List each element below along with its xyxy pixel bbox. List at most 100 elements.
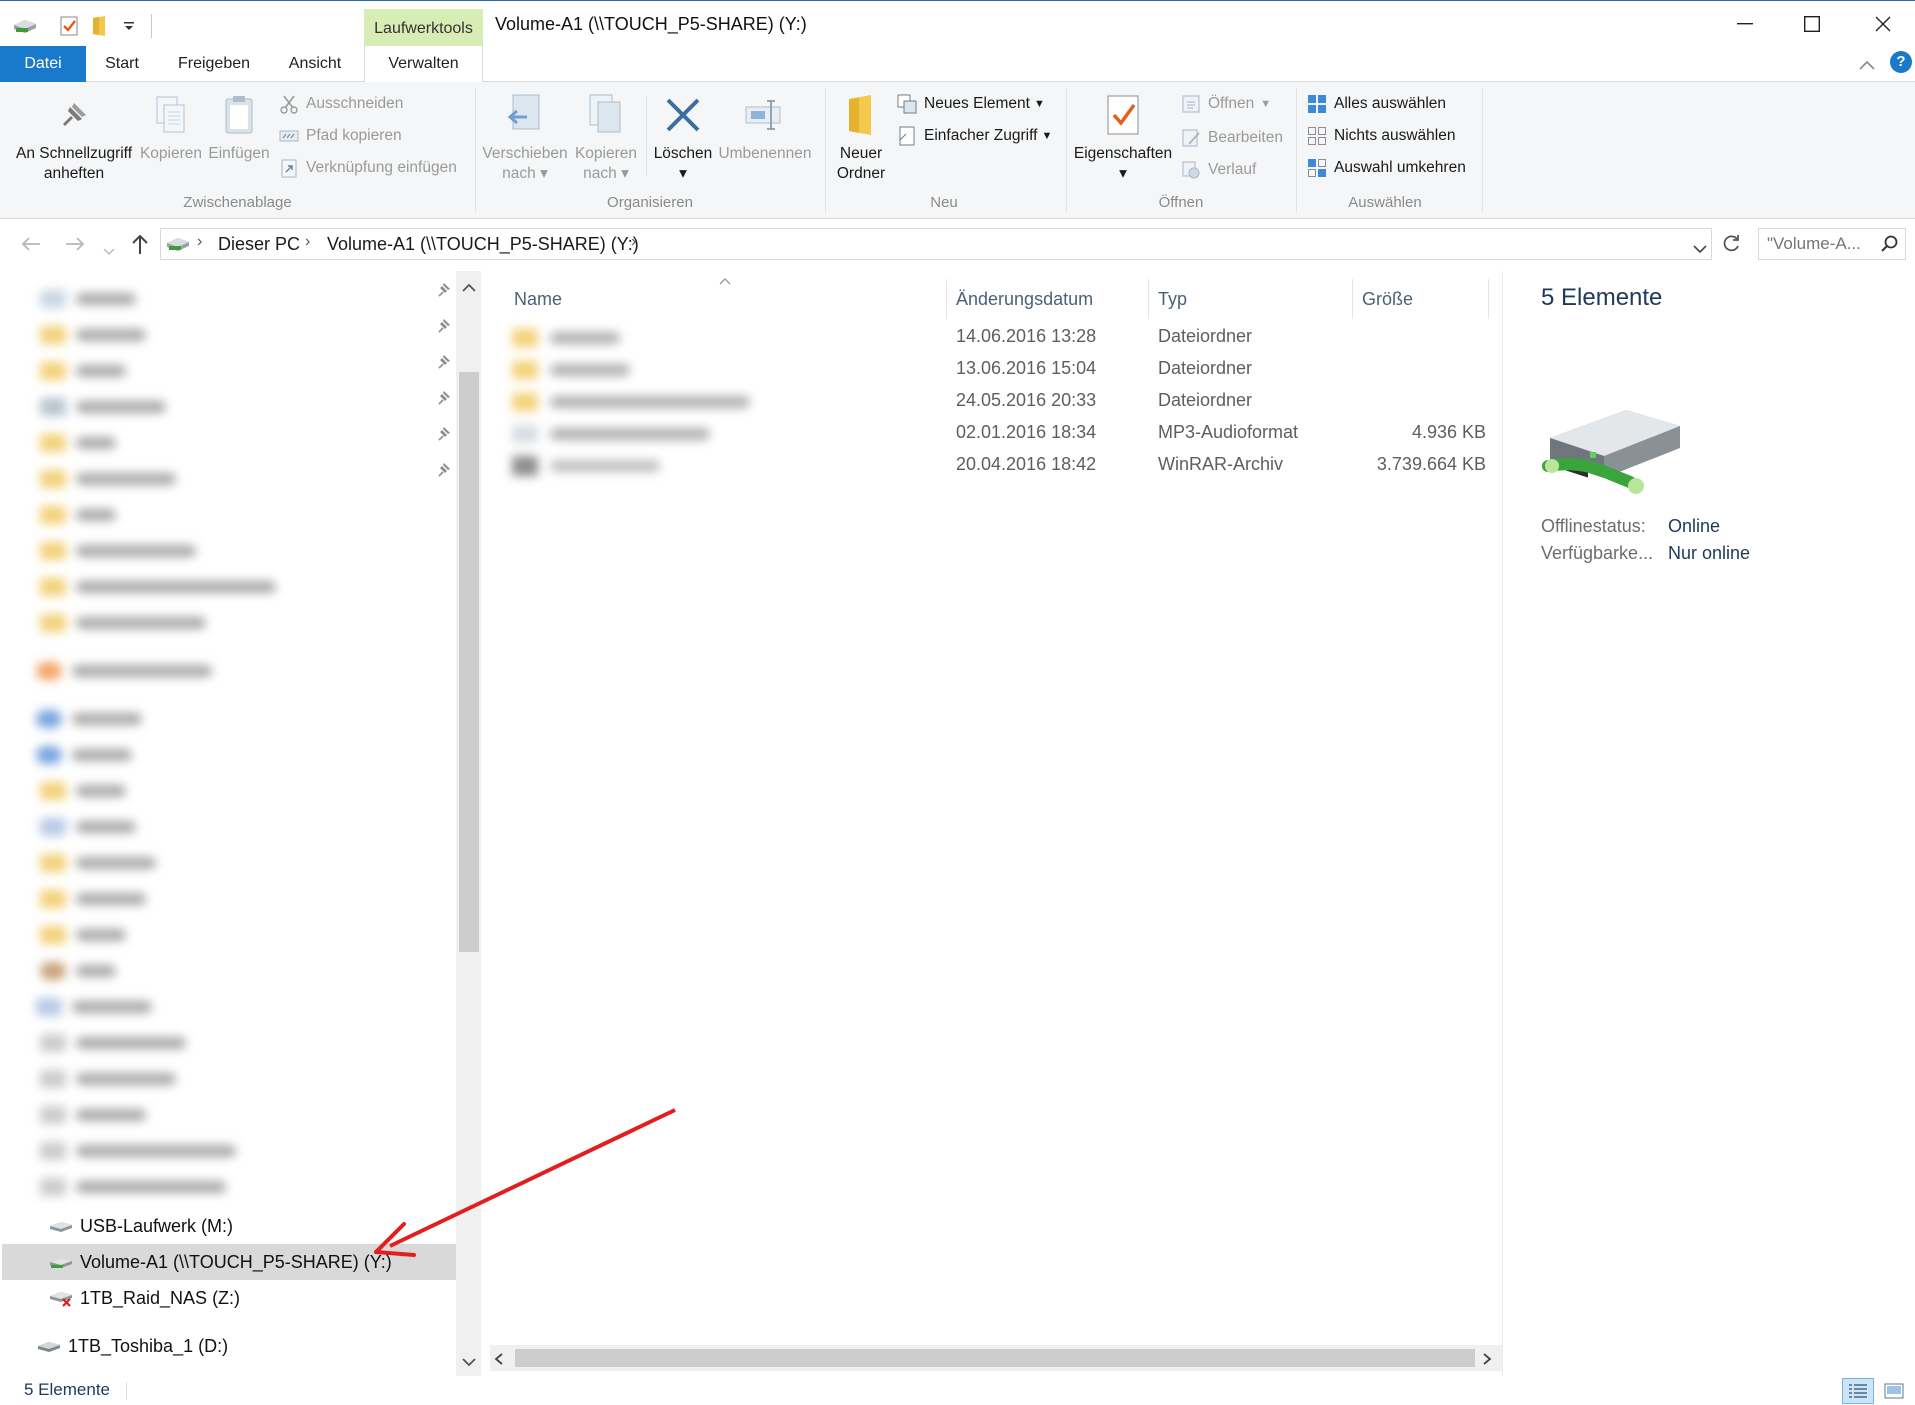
nav-item-usb-drive[interactable]: USB-Laufwerk (M:) (48, 1208, 233, 1244)
blurred-nav-item[interactable] (40, 779, 126, 803)
large-icons-view-button[interactable] (1878, 1378, 1910, 1404)
tab-view[interactable]: Ansicht (272, 46, 358, 82)
search-box[interactable] (1758, 228, 1906, 260)
nav-item-raid-nas[interactable]: 1TB_Raid_NAS (Z:) (48, 1280, 240, 1316)
pin-icon[interactable] (436, 353, 452, 371)
easy-access-button[interactable]: Einfacher Zugriff ▼ (896, 123, 1052, 149)
file-row[interactable]: 02.01.2016 18:34 MP3-Audioformat 4.936 K… (490, 418, 1500, 450)
paste-shortcut-button[interactable]: Verknüpfung einfügen (278, 155, 457, 181)
maximize-button[interactable] (1777, 1, 1847, 47)
blurred-nav-item[interactable] (40, 359, 126, 383)
properties-button[interactable]: Eigenschaften ▾ (1070, 92, 1176, 184)
blurred-nav-item[interactable] (40, 887, 146, 911)
new-item-button[interactable]: Neues Element ▼ (896, 91, 1045, 117)
recent-locations-icon[interactable] (103, 241, 115, 261)
pin-icon[interactable] (436, 461, 452, 479)
blurred-nav-item[interactable] (40, 1139, 236, 1163)
properties-dropdown-icon[interactable]: ▾ (1070, 164, 1176, 184)
scroll-up-icon[interactable] (461, 278, 477, 298)
blurred-nav-item[interactable] (40, 575, 276, 599)
details-view-button[interactable] (1842, 1378, 1874, 1404)
column-header-type[interactable]: Typ (1158, 281, 1187, 317)
blurred-nav-item[interactable] (40, 1067, 176, 1091)
select-none-button[interactable]: Nichts auswählen (1306, 123, 1455, 149)
blurred-nav-item[interactable] (40, 923, 126, 947)
nav-item-volume-a1[interactable]: Volume-A1 (\\TOUCH_P5-SHARE) (Y:) (2, 1244, 456, 1280)
file-row[interactable]: 24.05.2016 20:33 Dateiordner (490, 386, 1500, 418)
collapse-ribbon-icon[interactable] (1858, 56, 1878, 72)
breadcrumb-volume[interactable]: Volume-A1 (\\TOUCH_P5-SHARE) (Y:) (327, 234, 639, 255)
file-row[interactable]: 13.06.2016 15:04 Dateiordner (490, 354, 1500, 386)
address-box[interactable]: › Dieser PC › Volume-A1 (\\TOUCH_P5-SHAR… (160, 228, 1712, 260)
column-header-name[interactable]: Name (514, 281, 562, 317)
up-button[interactable] (130, 233, 150, 260)
invert-selection-button[interactable]: Auswahl umkehren (1306, 155, 1466, 181)
breadcrumb-chevron-icon[interactable]: › (197, 233, 202, 251)
breadcrumb-chevron-icon[interactable]: › (305, 233, 310, 251)
pin-icon[interactable] (436, 425, 452, 443)
address-dropdown-icon[interactable] (1693, 239, 1707, 259)
copy-path-button[interactable]: Pfad kopieren (278, 123, 402, 149)
column-divider[interactable] (1352, 279, 1353, 319)
copy-to-button[interactable]: Kopieren nach ▾ (570, 92, 642, 184)
minimize-button[interactable] (1710, 1, 1780, 47)
refresh-icon[interactable] (1720, 233, 1742, 260)
customize-qat-icon[interactable] (114, 11, 144, 41)
column-divider[interactable] (946, 279, 947, 319)
blurred-nav-item[interactable] (40, 395, 166, 419)
column-header-date[interactable]: Änderungsdatum (956, 281, 1093, 317)
delete-dropdown-icon[interactable]: ▾ (650, 164, 716, 184)
back-button[interactable] (20, 233, 42, 259)
cut-button[interactable]: Ausschneiden (278, 91, 403, 117)
tab-share[interactable]: Freigeben (166, 46, 262, 82)
blurred-nav-item[interactable] (40, 1103, 146, 1127)
pin-icon[interactable] (436, 281, 452, 299)
blurred-nav-item[interactable] (40, 611, 206, 635)
rename-button[interactable]: Umbenennen (716, 92, 814, 164)
search-icon[interactable] (1881, 235, 1899, 258)
tab-start[interactable]: Start (86, 46, 158, 82)
close-button[interactable] (1848, 1, 1915, 47)
scroll-left-icon[interactable] (494, 1351, 504, 1371)
blurred-nav-item[interactable] (40, 1175, 226, 1199)
blurred-nav-item[interactable] (40, 851, 156, 875)
select-all-button[interactable]: Alles auswählen (1306, 91, 1446, 117)
blurred-nav-item[interactable] (36, 659, 212, 683)
scroll-down-icon[interactable] (461, 1352, 477, 1372)
file-row[interactable]: 14.06.2016 13:28 Dateiordner (490, 322, 1500, 354)
blurred-nav-item[interactable] (40, 959, 116, 983)
breadcrumb-this-pc[interactable]: Dieser PC (218, 234, 300, 255)
help-icon[interactable]: ? (1890, 51, 1912, 73)
drive-icon[interactable] (10, 11, 40, 41)
file-row[interactable]: 20.04.2016 18:42 WinRAR-Archiv 3.739.664… (490, 450, 1500, 482)
column-divider[interactable] (1488, 279, 1489, 319)
nav-item-toshiba[interactable]: 1TB_Toshiba_1 (D:) (36, 1328, 228, 1364)
paste-button[interactable]: Einfügen (206, 92, 272, 164)
breadcrumb-chevron-icon[interactable]: › (631, 233, 636, 251)
blurred-nav-item[interactable] (36, 743, 132, 767)
blurred-nav-item[interactable] (36, 707, 142, 731)
history-button[interactable]: Verlauf (1180, 157, 1256, 183)
pin-icon[interactable] (436, 317, 452, 335)
blurred-nav-item[interactable] (40, 539, 196, 563)
new-folder-icon[interactable] (84, 11, 114, 41)
properties-icon[interactable] (54, 11, 84, 41)
column-divider[interactable] (1148, 279, 1149, 319)
forward-button[interactable] (64, 233, 86, 259)
blurred-nav-item[interactable] (40, 815, 136, 839)
pin-icon[interactable] (436, 389, 452, 407)
blurred-nav-item[interactable] (40, 503, 116, 527)
blurred-nav-item[interactable] (40, 431, 116, 455)
nav-scrollbar-thumb[interactable] (459, 372, 479, 952)
edit-button[interactable]: Bearbeiten (1180, 125, 1283, 151)
tab-file[interactable]: Datei (0, 46, 86, 82)
blurred-nav-item[interactable] (40, 467, 176, 491)
search-input[interactable] (1767, 233, 1875, 255)
blurred-nav-item[interactable] (36, 995, 152, 1019)
new-folder-button[interactable]: Neuer Ordner (830, 92, 892, 184)
move-to-button[interactable]: Verschieben nach ▾ (482, 92, 568, 184)
copy-button[interactable]: Kopieren (138, 92, 204, 164)
column-header-size[interactable]: Größe (1362, 281, 1413, 317)
tab-manage[interactable]: Verwalten (364, 46, 483, 83)
scroll-right-icon[interactable] (1482, 1351, 1492, 1371)
